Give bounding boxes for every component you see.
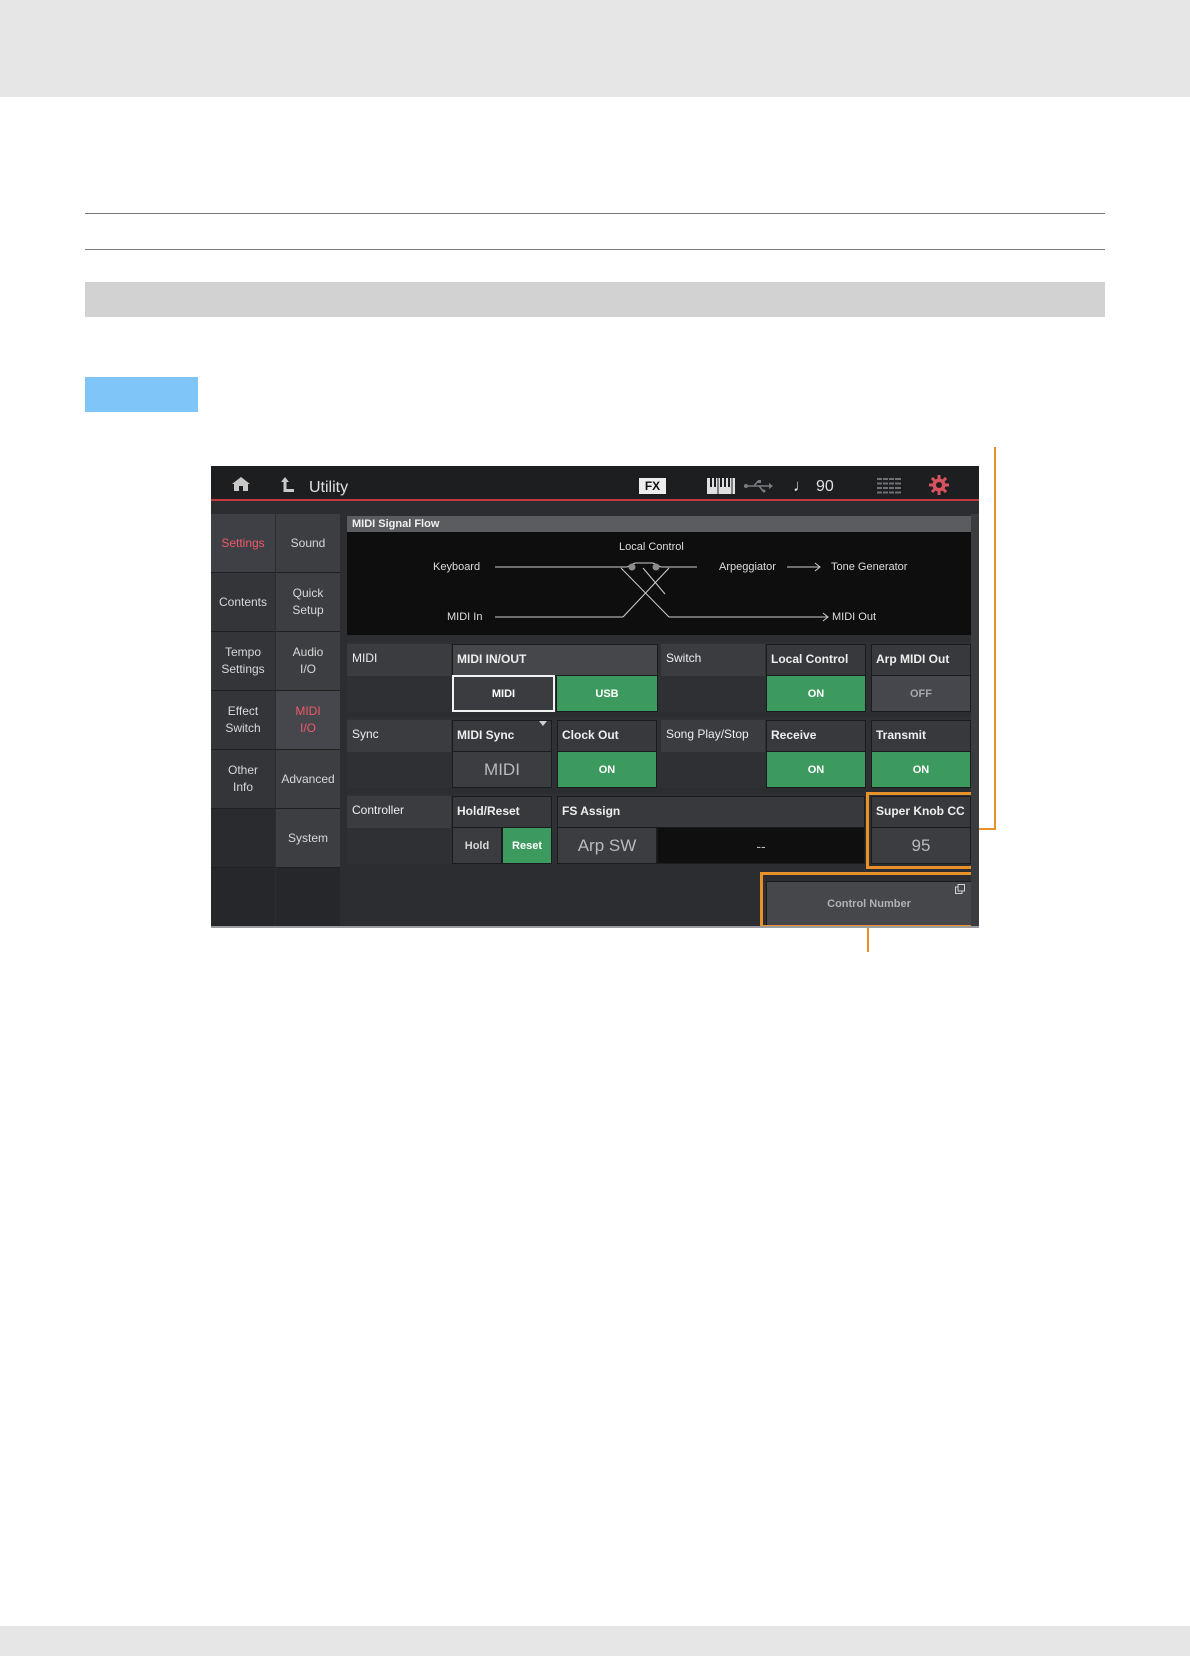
hold-button[interactable]: Hold — [452, 827, 502, 864]
midi-in-out-usb-button[interactable]: USB — [556, 675, 658, 712]
flow-tone-generator: Tone Generator — [831, 561, 908, 573]
local-control-label: Local Control — [766, 644, 866, 676]
nav-effect-switch[interactable]: Effect Switch — [211, 691, 275, 750]
song-play-stop-label: Song Play/Stop — [661, 720, 765, 752]
receive-label: Receive — [766, 720, 866, 752]
header-bar: Utility FX ♩ 90 — [211, 466, 979, 501]
nav-sound[interactable]: Sound — [276, 514, 340, 573]
super-knob-highlight — [866, 792, 976, 869]
reset-button[interactable]: Reset — [502, 827, 552, 864]
fs-assign-cc-value[interactable]: -- — [657, 827, 865, 864]
keyboard-icon — [707, 478, 735, 494]
note-icon: ♩ — [793, 476, 810, 495]
page-title: Utility — [309, 479, 349, 496]
fs-assign-select[interactable]: Arp SW — [557, 827, 657, 864]
arp-midi-out-label: Arp MIDI Out — [871, 644, 971, 676]
arp-midi-out-toggle[interactable]: OFF — [871, 675, 971, 712]
top-band — [0, 0, 1190, 97]
flow-keyboard: Keyboard — [433, 561, 481, 573]
transmit-label: Transmit — [871, 720, 971, 752]
fs-assign-label: FS Assign — [557, 796, 865, 828]
flow-local-control: Local Control — [619, 541, 684, 553]
midi-sync-label: MIDI Sync — [452, 720, 552, 752]
control-number-highlight — [760, 872, 978, 928]
switch-section-label: Switch — [661, 644, 765, 676]
section-bar — [85, 282, 1105, 317]
divider-top — [85, 213, 1105, 214]
controller-section-label: Controller — [347, 796, 451, 828]
home-icon[interactable] — [231, 476, 251, 492]
midi-section-label: MIDI — [347, 644, 451, 676]
receive-toggle[interactable]: ON — [766, 751, 866, 788]
nav-quick-setup[interactable]: Quick Setup — [276, 573, 340, 632]
callout-line-bottom — [867, 928, 869, 952]
flow-arpeggiator: Arpeggiator — [719, 561, 776, 573]
transmit-toggle[interactable]: ON — [871, 751, 971, 788]
flow-midi-out: MIDI Out — [832, 611, 877, 623]
nav-empty-1 — [211, 809, 275, 868]
nav-system[interactable]: System — [276, 809, 340, 868]
clock-out-label: Clock Out — [557, 720, 657, 752]
nav-empty-2 — [211, 868, 275, 928]
back-arrow-icon[interactable] — [278, 475, 296, 493]
nav-settings[interactable]: Settings — [211, 514, 275, 573]
usb-icon — [744, 480, 773, 493]
signal-flow-diagram: Local Control Keyboard Arpeggiator Tone … — [347, 516, 971, 635]
gear-icon[interactable] — [929, 475, 949, 495]
nav-empty-3 — [276, 868, 340, 928]
sync-section-label: Sync — [347, 720, 451, 752]
nav-advanced[interactable]: Advanced — [276, 750, 340, 809]
divider-bottom — [85, 249, 1105, 250]
clock-out-toggle[interactable]: ON — [557, 751, 657, 788]
nav-other-info[interactable]: Other Info — [211, 750, 275, 809]
device-screen: Utility FX ♩ 90 Settings Contents Tempo … — [211, 466, 979, 928]
local-control-toggle[interactable]: ON — [766, 675, 866, 712]
hold-reset-label: Hold/Reset — [452, 796, 552, 828]
tempo-value[interactable]: 90 — [816, 478, 834, 496]
screen-bottom-edge — [211, 926, 979, 928]
nav-midi-io[interactable]: MIDI I/O — [276, 691, 340, 750]
blue-tab — [85, 377, 198, 412]
midi-in-out-label: MIDI IN/OUT — [452, 644, 658, 676]
nav-tempo-settings[interactable]: Tempo Settings — [211, 632, 275, 691]
signal-flow-lines — [495, 562, 829, 622]
bottom-band — [0, 1626, 1190, 1656]
flow-midi-in: MIDI In — [447, 611, 483, 623]
midi-in-out-midi-button[interactable]: MIDI — [452, 675, 555, 712]
midi-sync-select[interactable]: MIDI — [452, 751, 552, 788]
switch-node-right — [652, 563, 660, 571]
switch-node-left — [628, 563, 636, 571]
dropdown-caret-icon — [539, 721, 547, 726]
grid-icon[interactable] — [877, 478, 901, 494]
nav-contents[interactable]: Contents — [211, 573, 275, 632]
signal-flow-title: MIDI Signal Flow — [347, 516, 979, 532]
callout-line-vertical — [994, 447, 996, 830]
nav-audio-io[interactable]: Audio I/O — [276, 632, 340, 691]
fx-badge[interactable]: FX — [639, 478, 666, 494]
scroll-track[interactable] — [971, 514, 979, 926]
